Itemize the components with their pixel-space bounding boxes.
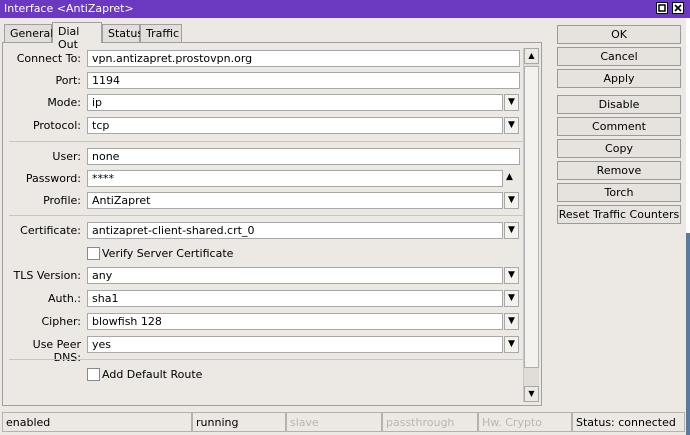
restore-button[interactable] <box>656 2 668 14</box>
close-button[interactable] <box>672 2 684 14</box>
separator <box>9 215 523 216</box>
profile-dropdown-button[interactable]: ▼ <box>504 192 519 209</box>
cancel-button[interactable]: Cancel <box>557 47 681 66</box>
dropdown-arrow-icon: ▼ <box>508 270 515 280</box>
use-peer-dns-select[interactable]: yes <box>87 336 503 353</box>
protocol-label: Protocol: <box>32 119 81 132</box>
profile-select[interactable]: AntiZapret <box>87 192 503 209</box>
auth-select[interactable]: sha1 <box>87 290 503 307</box>
tls-version-select[interactable]: any <box>87 267 503 284</box>
close-icon <box>674 4 682 12</box>
separator <box>9 141 523 142</box>
dropdown-arrow-icon: ▼ <box>508 225 515 235</box>
user-label: User: <box>52 150 81 163</box>
cipher-label: Cipher: <box>41 315 82 328</box>
use-peer-dns-label: Use Peer DNS: <box>32 338 81 364</box>
scroll-down-icon: ▼ <box>528 389 535 398</box>
certificate-select[interactable]: antizapret-client-shared.crt_0 <box>87 222 503 239</box>
cipher-select[interactable]: blowfish 128 <box>87 313 503 330</box>
copy-button[interactable]: Copy <box>557 139 681 158</box>
ok-button[interactable]: OK <box>557 25 681 44</box>
scrollbar-thumb[interactable] <box>524 66 539 368</box>
status-bar: enabled running slave passthrough Hw. Cr… <box>0 411 690 435</box>
cipher-dropdown-button[interactable]: ▼ <box>504 313 519 330</box>
dial-out-panel: Connect To: vpn.antizapret.prostovpn.org… <box>2 42 542 406</box>
comment-button[interactable]: Comment <box>557 117 681 136</box>
reset-traffic-counters-button[interactable]: Reset Traffic Counters <box>557 205 681 224</box>
dropdown-arrow-icon: ▼ <box>508 339 515 349</box>
tls-version-label: TLS Version: <box>13 269 81 282</box>
mode-select[interactable]: ip <box>87 94 503 111</box>
scroll-up-icon: ▲ <box>528 51 535 60</box>
dropdown-arrow-icon: ▼ <box>508 195 515 205</box>
disable-button[interactable]: Disable <box>557 95 681 114</box>
triangle-up-icon[interactable]: ▲ <box>506 172 513 182</box>
title-bar[interactable]: Interface <AntiZapret> <box>0 0 690 18</box>
auth-label: Auth.: <box>48 292 81 305</box>
tls-version-dropdown-button[interactable]: ▼ <box>504 267 519 284</box>
password-label: Password: <box>25 172 81 185</box>
protocol-select[interactable]: tcp <box>87 117 503 134</box>
tab-traffic[interactable]: Traffic <box>140 24 182 42</box>
status-slave: slave <box>286 412 382 432</box>
restore-icon <box>658 4 666 12</box>
mode-dropdown-button[interactable]: ▼ <box>504 94 519 111</box>
certificate-label: Certificate: <box>20 224 81 237</box>
interface-window: Interface <AntiZapret> General Dial Out … <box>0 0 690 435</box>
status-running: running <box>192 412 286 432</box>
add-default-route-label: Add Default Route <box>102 368 203 381</box>
tab-general[interactable]: General <box>4 24 53 42</box>
status-enabled: enabled <box>2 412 192 432</box>
connect-to-field[interactable]: vpn.antizapret.prostovpn.org <box>87 50 520 67</box>
connect-to-label: Connect To: <box>16 52 81 65</box>
port-field[interactable]: 1194 <box>87 72 520 89</box>
certificate-dropdown-button[interactable]: ▼ <box>504 222 519 239</box>
status-hw-crypto: Hw. Crypto <box>478 412 572 432</box>
port-label: Port: <box>55 74 81 87</box>
tab-status[interactable]: Status <box>102 24 143 42</box>
apply-button[interactable]: Apply <box>557 69 681 88</box>
scroll-up-button[interactable]: ▲ <box>524 48 539 64</box>
password-field[interactable]: **** <box>87 170 503 187</box>
status-connection: Status: connected <box>572 412 685 432</box>
use-peer-dns-dropdown-button[interactable]: ▼ <box>504 336 519 353</box>
dropdown-arrow-icon: ▼ <box>508 293 515 303</box>
mode-label: Mode: <box>47 96 81 109</box>
window-title: Interface <AntiZapret> <box>4 2 134 15</box>
vertical-scrollbar[interactable]: ▲ ▼ <box>523 48 539 402</box>
protocol-dropdown-button[interactable]: ▼ <box>504 117 519 134</box>
separator <box>9 359 523 360</box>
auth-dropdown-button[interactable]: ▼ <box>504 290 519 307</box>
remove-button[interactable]: Remove <box>557 161 681 180</box>
background-window-edge-light <box>686 18 690 233</box>
dropdown-arrow-icon: ▼ <box>508 316 515 326</box>
scroll-down-button[interactable]: ▼ <box>524 386 539 402</box>
verify-server-certificate-checkbox[interactable] <box>87 247 100 260</box>
torch-button[interactable]: Torch <box>557 183 681 202</box>
status-passthrough: passthrough <box>382 412 478 432</box>
user-field[interactable]: none <box>87 148 520 165</box>
profile-label: Profile: <box>43 194 81 207</box>
dropdown-arrow-icon: ▼ <box>508 97 515 107</box>
add-default-route-checkbox[interactable] <box>87 368 100 381</box>
tab-dial-out[interactable]: Dial Out <box>52 22 102 51</box>
dropdown-arrow-icon: ▼ <box>508 120 515 130</box>
verify-server-certificate-label: Verify Server Certificate <box>102 247 234 260</box>
